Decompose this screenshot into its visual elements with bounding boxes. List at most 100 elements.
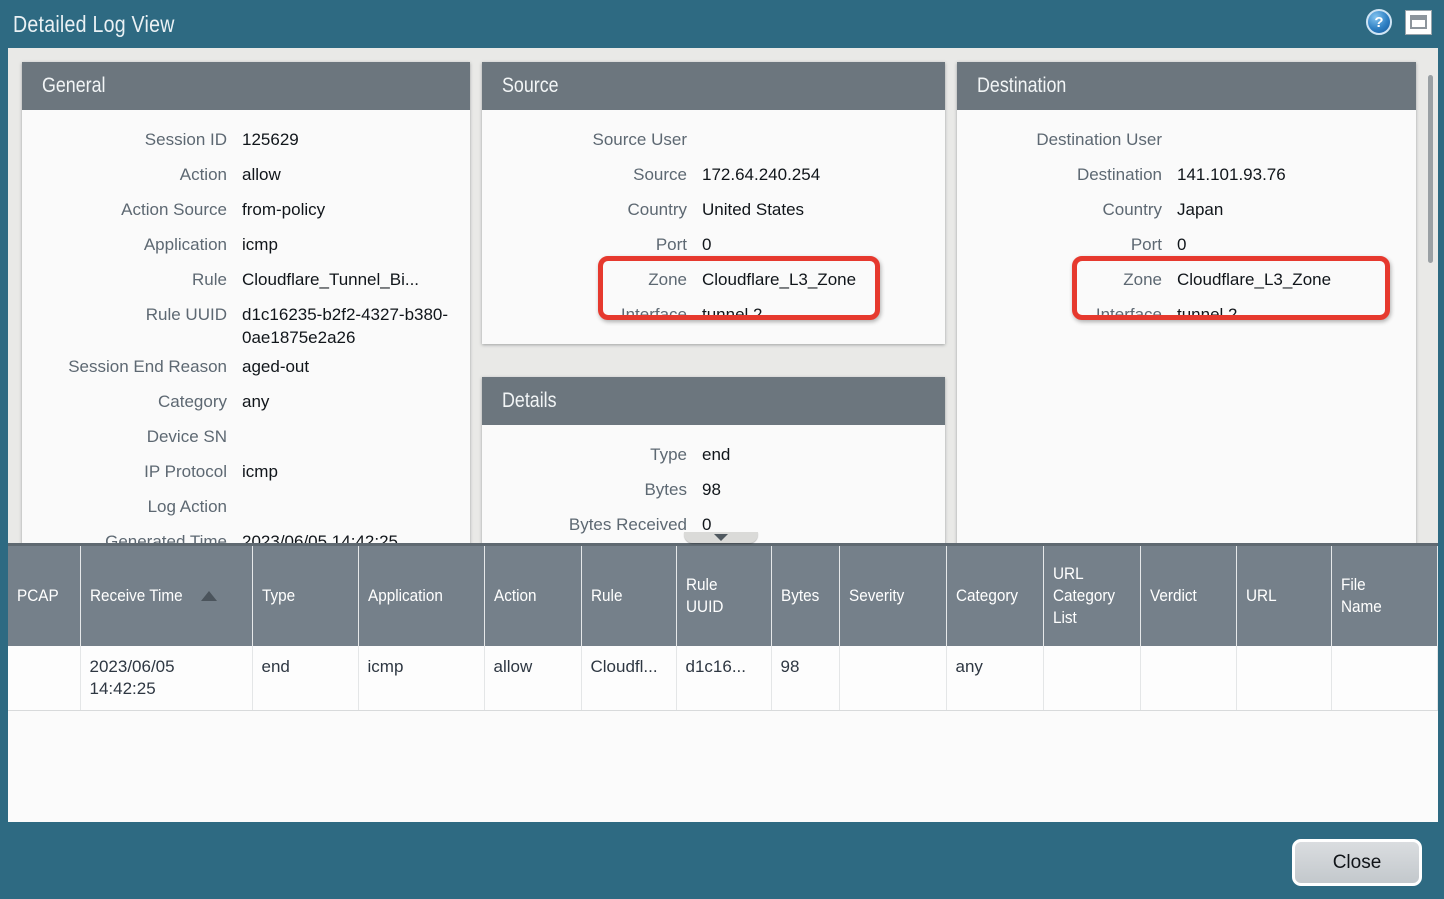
panel-title: Destination	[977, 74, 1066, 98]
cell	[839, 646, 946, 711]
column-header-application[interactable]: Application	[358, 546, 484, 646]
field-value: tunnel.2	[702, 297, 763, 326]
field-value: United States	[702, 192, 804, 221]
cell	[8, 646, 80, 711]
field-row: Generated Time2023/06/05 14:42:25	[22, 524, 460, 543]
field-label: Generated Time	[22, 524, 227, 543]
field-label: Country	[957, 192, 1162, 221]
field-label: Zone	[482, 262, 687, 291]
field-row: Actionallow	[22, 157, 460, 192]
column-header-verdict[interactable]: Verdict	[1140, 546, 1236, 646]
cell: 2023/06/05 14:42:25	[80, 646, 252, 711]
field-value: Cloudflare_L3_Zone	[702, 262, 856, 291]
column-header-content: Receive Time	[90, 585, 248, 607]
field-label: Action Source	[22, 192, 227, 221]
field-row: Zone Cloudflare_L3_Zone	[482, 262, 935, 297]
column-label: URL Category List	[1053, 563, 1115, 629]
field-row: Rule Cloudflare_Tunnel_Bi...	[22, 262, 460, 297]
window-icon[interactable]	[1405, 10, 1432, 35]
column-label: Receive Time	[90, 585, 183, 607]
column-header-url[interactable]: URL	[1236, 546, 1331, 646]
panel-title: Details	[502, 389, 557, 413]
source-panel: Source Source UserSource172.64.240.254Co…	[482, 62, 945, 344]
column-header-content: Type	[262, 585, 354, 607]
column-header-bytes[interactable]: Bytes	[771, 546, 839, 646]
column-label: Rule	[591, 585, 622, 607]
table-row[interactable]: 2023/06/05 14:42:25endicmpallowCloudfl..…	[8, 646, 1438, 711]
column-header-url-category-list[interactable]: URL Category List	[1043, 546, 1140, 646]
field-value: from-policy	[242, 192, 325, 221]
field-row: Bytes 98	[482, 472, 935, 507]
splitter-collapse-handle[interactable]	[684, 532, 758, 543]
cell: Cloudfl...	[581, 646, 676, 711]
source-panel-header: Source	[482, 62, 945, 110]
column-header-rule-uuid[interactable]: Rule UUID	[676, 546, 771, 646]
column-header-content: Verdict	[1150, 585, 1232, 607]
field-label: Bytes Received	[482, 507, 687, 536]
field-value: Cloudflare_Tunnel_Bi...	[242, 262, 419, 291]
column-label: Action	[494, 585, 537, 607]
field-row: Port0	[482, 227, 935, 262]
column-header-content: URL Category List	[1053, 563, 1136, 629]
field-row: Device SN	[22, 419, 460, 454]
column-header-content: Bytes	[781, 585, 835, 607]
column-header-severity[interactable]: Severity	[839, 546, 946, 646]
column-header-content: Rule UUID	[686, 574, 767, 618]
page-title: Detailed Log View	[13, 11, 175, 38]
log-table: PCAP Receive Time Type Application Action Rul…	[8, 546, 1438, 711]
field-row: Session End Reasonaged-out	[22, 349, 460, 384]
column-header-pcap[interactable]: PCAP	[8, 546, 80, 646]
field-label: Session ID	[22, 122, 227, 151]
column-header-rule[interactable]: Rule	[581, 546, 676, 646]
field-label: Rule UUID	[22, 297, 227, 326]
field-label: Log Action	[22, 489, 227, 518]
column-label: Category	[956, 585, 1018, 607]
field-label: Rule	[22, 262, 227, 291]
field-label: Bytes	[482, 472, 687, 501]
field-row: Port0	[957, 227, 1406, 262]
field-row: Applicationicmp	[22, 227, 460, 262]
field-value: 141.101.93.76	[1177, 157, 1286, 186]
cell: any	[946, 646, 1043, 711]
sort-ascending-icon	[201, 591, 217, 601]
column-header-category[interactable]: Category	[946, 546, 1043, 646]
column-label: Application	[368, 585, 443, 607]
field-row: Destination 141.101.93.76	[957, 157, 1406, 192]
field-value: end	[702, 437, 730, 466]
field-value: 98	[702, 472, 721, 501]
column-label: Verdict	[1150, 585, 1197, 607]
field-row: Interfacetunnel.2	[957, 297, 1406, 332]
field-value: icmp	[242, 454, 278, 483]
help-icon[interactable]: ?	[1366, 9, 1392, 35]
general-panel-header: General	[22, 62, 470, 110]
field-row: Categoryany	[22, 384, 460, 419]
column-header-file-name[interactable]: File Name	[1331, 546, 1438, 646]
column-header-action[interactable]: Action	[484, 546, 581, 646]
field-label: Session End Reason	[22, 349, 227, 378]
field-value: Cloudflare_L3_Zone	[1177, 262, 1331, 291]
column-header-content: Action	[494, 585, 577, 607]
vertical-scrollbar-thumb[interactable]	[1428, 75, 1433, 263]
column-header-receive-time[interactable]: Receive Time	[80, 546, 252, 646]
field-label: Destination	[957, 157, 1162, 186]
field-value: 172.64.240.254	[702, 157, 820, 186]
panel-title: General	[42, 74, 106, 98]
cell: icmp	[358, 646, 484, 711]
close-button[interactable]: Close	[1292, 839, 1422, 886]
general-panel: General Session ID125629ActionallowActio…	[22, 62, 470, 543]
source-column: Source Source UserSource172.64.240.254Co…	[482, 62, 945, 543]
column-label: Rule UUID	[686, 574, 723, 618]
field-value: tunnel.2	[1177, 297, 1238, 326]
cell: allow	[484, 646, 581, 711]
panel-title: Source	[502, 74, 559, 98]
column-header-type[interactable]: Type	[252, 546, 358, 646]
field-label: Category	[22, 384, 227, 413]
dialog-content: General Session ID125629ActionallowActio…	[8, 48, 1438, 822]
field-label: Port	[957, 227, 1162, 256]
column-label: PCAP	[17, 585, 59, 607]
field-label: Interface	[482, 297, 687, 326]
general-panel-body: Session ID125629ActionallowAction Source…	[22, 110, 470, 543]
column-label: Bytes	[781, 585, 819, 607]
field-label: Action	[22, 157, 227, 186]
field-row: Source172.64.240.254	[482, 157, 935, 192]
